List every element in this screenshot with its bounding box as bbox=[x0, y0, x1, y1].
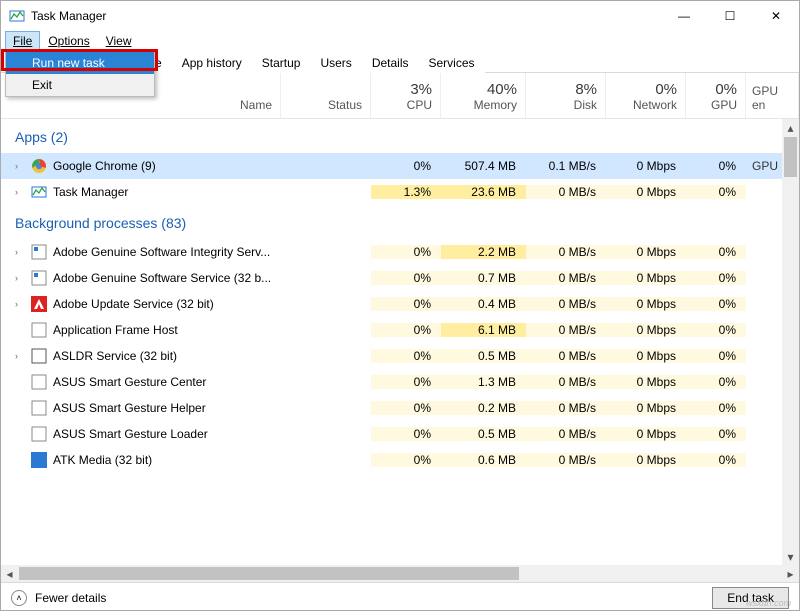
col-cpu[interactable]: 3%CPU bbox=[371, 73, 441, 118]
app-icon bbox=[31, 452, 47, 468]
menu-exit[interactable]: Exit bbox=[6, 74, 154, 96]
expander-icon[interactable]: › bbox=[15, 351, 25, 361]
process-name: Adobe Update Service (32 bit) bbox=[53, 297, 214, 311]
tab-app-history[interactable]: App history bbox=[172, 52, 252, 73]
expander-icon[interactable]: › bbox=[15, 299, 25, 309]
table-row[interactable]: › Adobe Genuine Software Service (32 b...… bbox=[1, 265, 799, 291]
scroll-thumb[interactable] bbox=[19, 567, 519, 580]
col-status[interactable]: Status bbox=[281, 73, 371, 118]
expander-icon[interactable]: › bbox=[15, 187, 25, 197]
expander-icon[interactable]: › bbox=[15, 273, 25, 283]
menu-file[interactable]: File bbox=[5, 31, 40, 51]
adobe-icon bbox=[31, 296, 47, 312]
scroll-down-icon[interactable]: ▾ bbox=[782, 548, 799, 565]
tab-services[interactable]: Services bbox=[419, 52, 485, 73]
table-row[interactable]: ›ASUS Smart Gesture Helper 0%0.2 MB0 MB/… bbox=[1, 395, 799, 421]
menu-bar: File Options View bbox=[1, 31, 799, 51]
tab-users[interactable]: Users bbox=[310, 52, 361, 73]
process-name: ASUS Smart Gesture Center bbox=[53, 375, 206, 389]
chevron-up-icon[interactable]: ˄ bbox=[11, 590, 27, 606]
app-icon bbox=[31, 270, 47, 286]
close-button[interactable]: ✕ bbox=[753, 1, 799, 31]
process-name: ASUS Smart Gesture Loader bbox=[53, 427, 208, 441]
minimize-button[interactable]: — bbox=[661, 1, 707, 31]
col-gpu[interactable]: 0%GPU bbox=[686, 73, 746, 118]
scroll-up-icon[interactable]: ▴ bbox=[782, 119, 799, 136]
menu-options[interactable]: Options bbox=[40, 31, 97, 51]
footer: ˄ Fewer details End task bbox=[1, 582, 799, 612]
tab-details[interactable]: Details bbox=[362, 52, 419, 73]
window-title: Task Manager bbox=[31, 9, 106, 23]
table-row[interactable]: ›ASUS Smart Gesture Center 0%1.3 MB0 MB/… bbox=[1, 369, 799, 395]
process-name: Application Frame Host bbox=[53, 323, 178, 337]
window-controls: — ☐ ✕ bbox=[661, 1, 799, 31]
process-name: Task Manager bbox=[53, 185, 128, 199]
expander-icon[interactable]: › bbox=[15, 247, 25, 257]
maximize-button[interactable]: ☐ bbox=[707, 1, 753, 31]
app-icon bbox=[31, 322, 47, 338]
expander-icon[interactable]: › bbox=[15, 161, 25, 171]
process-name: ATK Media (32 bit) bbox=[53, 453, 152, 467]
table-row[interactable]: › Google Chrome (9) 0% 507.4 MB 0.1 MB/s… bbox=[1, 153, 799, 179]
app-icon bbox=[31, 400, 47, 416]
table-row[interactable]: › Adobe Genuine Software Integrity Serv..… bbox=[1, 239, 799, 265]
process-name: Adobe Genuine Software Service (32 b... bbox=[53, 271, 271, 285]
col-gpu-engine[interactable]: GPU en bbox=[746, 73, 799, 118]
app-icon bbox=[31, 374, 47, 390]
titlebar: Task Manager — ☐ ✕ bbox=[1, 1, 799, 31]
taskmgr-icon bbox=[31, 184, 47, 200]
table-row[interactable]: ›Application Frame Host 0%6.1 MB0 MB/s0 … bbox=[1, 317, 799, 343]
horizontal-scrollbar[interactable]: ◂ ▸ bbox=[1, 565, 799, 582]
group-background: Background processes (83) bbox=[1, 205, 799, 239]
fewer-details-link[interactable]: Fewer details bbox=[35, 591, 106, 605]
scroll-right-icon[interactable]: ▸ bbox=[782, 565, 799, 582]
process-name: ASLDR Service (32 bit) bbox=[53, 349, 177, 363]
table-row[interactable]: ›ATK Media (32 bit) 0%0.6 MB0 MB/s0 Mbps… bbox=[1, 447, 799, 473]
app-icon bbox=[31, 244, 47, 260]
process-name: Google Chrome (9) bbox=[53, 159, 156, 173]
chrome-icon bbox=[31, 158, 47, 174]
app-icon bbox=[31, 426, 47, 442]
menu-run-new-task[interactable]: Run new task bbox=[6, 52, 154, 74]
menu-view[interactable]: View bbox=[98, 31, 140, 51]
group-apps: Apps (2) bbox=[1, 119, 799, 153]
watermark: wsxdn.com bbox=[746, 598, 791, 608]
tab-startup[interactable]: Startup bbox=[252, 52, 311, 73]
table-row[interactable]: ›ASLDR Service (32 bit) 0%0.5 MB0 MB/s0 … bbox=[1, 343, 799, 369]
col-network[interactable]: 0%Network bbox=[606, 73, 686, 118]
file-menu-dropdown: Run new task Exit bbox=[5, 51, 155, 97]
table-row[interactable]: ›ASUS Smart Gesture Loader 0%0.5 MB0 MB/… bbox=[1, 421, 799, 447]
scroll-thumb[interactable] bbox=[784, 137, 797, 177]
taskmgr-icon bbox=[9, 8, 25, 24]
col-disk[interactable]: 8%Disk bbox=[526, 73, 606, 118]
table-row[interactable]: › Task Manager 1.3% 23.6 MB 0 MB/s 0 Mbp… bbox=[1, 179, 799, 205]
scroll-left-icon[interactable]: ◂ bbox=[1, 565, 18, 582]
process-name: Adobe Genuine Software Integrity Serv... bbox=[53, 245, 270, 259]
process-list: Apps (2) › Google Chrome (9) 0% 507.4 MB… bbox=[1, 119, 799, 582]
table-row[interactable]: ›Adobe Update Service (32 bit) 0%0.4 MB0… bbox=[1, 291, 799, 317]
vertical-scrollbar[interactable]: ▴ ▾ bbox=[782, 119, 799, 565]
process-name: ASUS Smart Gesture Helper bbox=[53, 401, 206, 415]
col-memory[interactable]: 40%Memory bbox=[441, 73, 526, 118]
app-icon bbox=[31, 348, 47, 364]
